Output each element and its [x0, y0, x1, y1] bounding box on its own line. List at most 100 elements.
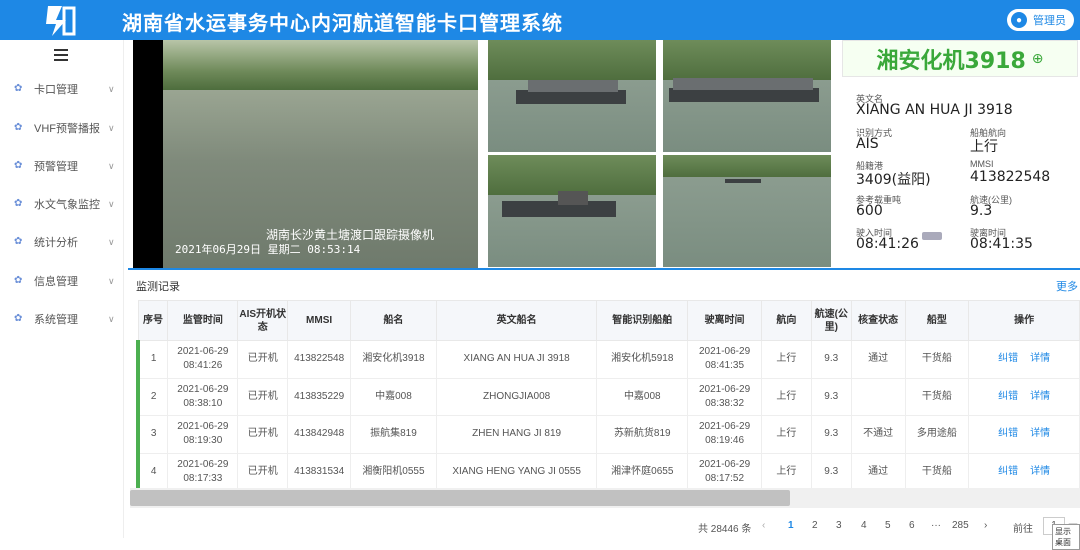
cell-no: 1	[136, 340, 169, 379]
horizontal-scrollbar[interactable]	[130, 488, 1080, 508]
col-header: 船名	[350, 300, 437, 341]
cell-ship-type: 干货船	[904, 452, 970, 491]
video-riverbank	[163, 40, 478, 92]
detail-button[interactable]: 详情	[1030, 466, 1050, 477]
vessel-plate: 湘安化机3918	[876, 48, 1026, 74]
gear-icon: ✿	[14, 122, 23, 133]
detail-button[interactable]: 详情	[1030, 391, 1050, 402]
total-count: 共 28446 条	[698, 524, 752, 535]
sidebar-item-label: VHF预警播报	[34, 123, 100, 135]
cell-ship-name[interactable]: 湘安化机3918	[350, 340, 437, 379]
cell-speed: 9.3	[810, 377, 852, 416]
cell-ship-type: 干货船	[904, 377, 970, 416]
direction-value: 上行	[970, 139, 998, 155]
col-header: 序号	[137, 300, 169, 341]
cell-time: 2021-06-29 08:41:26	[167, 340, 239, 379]
col-header: 核查状态	[850, 300, 906, 341]
cell-check-status: 通过	[850, 340, 906, 379]
snapshot-2[interactable]	[663, 40, 831, 152]
video-timestamp: 2021年06月29日 星期二 08:53:14	[175, 243, 361, 256]
cell-no: 3	[136, 415, 169, 454]
cell-speed: 9.3	[810, 415, 852, 454]
cell-ai-ship: 湘安化机5918	[596, 340, 689, 379]
records-panel: 监测记录 更多 序号 监管时间 AIS开机状态 MMSI 船名 英文船名 智能识…	[128, 268, 1080, 550]
table-row[interactable]: 3 2021-06-29 08:19:30 已开机 413842948 振航集819 ZHE…	[136, 415, 1080, 454]
table-row[interactable]: 2 2021-06-29 08:38:10 已开机 413835229 中嘉008 ZHON…	[136, 377, 1080, 416]
cell-mmsi: 413831534	[287, 452, 352, 491]
page-285[interactable]: 285	[952, 520, 969, 531]
cell-ai-ship: 湘津怀庭0655	[596, 452, 689, 491]
sidebar-item-stats[interactable]: ✿ 统计分析 ∨	[0, 227, 124, 257]
page-6[interactable]: 6	[909, 520, 915, 531]
gear-icon: ✿	[14, 198, 23, 209]
goto-label: 前往	[1013, 524, 1033, 535]
sidebar-item-label: 卡口管理	[34, 84, 78, 96]
cell-actions: 纠错 详情	[968, 415, 1080, 454]
user-name: 管理员	[1033, 15, 1066, 27]
cell-ship-name[interactable]: 湘衡阳机0555	[350, 452, 437, 491]
correct-button[interactable]: 纠错	[998, 466, 1018, 477]
page-1[interactable]: 1	[788, 520, 794, 531]
snapshot-1[interactable]	[488, 40, 656, 152]
prev-page-button[interactable]: ‹	[762, 520, 765, 531]
gear-icon: ✿	[14, 275, 23, 286]
chevron-down-icon: ∨	[108, 160, 115, 171]
cell-leave-time: 2021-06-29 08:38:32	[687, 377, 762, 416]
table-row[interactable]: 4 2021-06-29 08:17:33 已开机 413831534 湘衡阳机0555 X…	[136, 452, 1080, 491]
cell-ship-name[interactable]: 中嘉008	[350, 377, 437, 416]
more-link[interactable]: 更多	[1056, 278, 1078, 294]
hamburger-menu-icon[interactable]	[54, 49, 68, 61]
next-page-button[interactable]: ›	[984, 520, 987, 531]
page-3[interactable]: 3	[836, 520, 842, 531]
col-header: 航速(公里)	[810, 300, 852, 341]
tonnage-value: 600	[856, 203, 883, 219]
page-5[interactable]: 5	[885, 520, 891, 531]
zoom-in-icon[interactable]: ⊕	[1032, 50, 1044, 67]
leave-time-value: 08:41:35	[970, 236, 1033, 252]
cell-leave-time: 2021-06-29 08:17:52	[687, 452, 762, 491]
logo-icon	[46, 6, 76, 36]
page-ellipsis[interactable]: ···	[931, 520, 941, 531]
scrollbar-thumb[interactable]	[130, 490, 790, 506]
gear-icon: ✿	[14, 313, 23, 324]
detail-button[interactable]: 详情	[1030, 428, 1050, 439]
page-4[interactable]: 4	[861, 520, 867, 531]
sidebar: ✿ 卡口管理 ∨ ✿ VHF预警播报 ∨ ✿ 预警管理 ∨ ✿ 水文气象监控 ∨…	[0, 40, 124, 538]
cell-ship-name[interactable]: 振航集819	[350, 415, 437, 454]
pagination: 共 28446 条 ‹ 1 2 3 4 5 6 ··· 285 › 前往 1 页	[128, 517, 1080, 538]
sidebar-item-warning[interactable]: ✿ 预警管理 ∨	[0, 151, 124, 181]
user-avatar-icon: ●	[1011, 12, 1027, 28]
correct-button[interactable]: 纠错	[998, 353, 1018, 364]
cell-english-name: XIANG HENG YANG JI 0555	[435, 452, 598, 491]
live-video-feed[interactable]: 湖南长沙黄土塘渡口跟踪摄像机 2021年06月29日 星期二 08:53:14	[133, 40, 478, 268]
cell-speed: 9.3	[810, 452, 852, 491]
user-menu[interactable]: ● 管理员	[1007, 9, 1074, 31]
snapshot-3[interactable]	[488, 155, 656, 267]
mmsi-value: 413822548	[970, 169, 1051, 185]
sidebar-item-vhf[interactable]: ✿ VHF预警播报 ∨	[0, 113, 124, 143]
cell-actions: 纠错 详情	[968, 377, 1080, 416]
port-value: 3409(益阳)	[856, 172, 931, 188]
cell-time: 2021-06-29 08:38:10	[167, 377, 239, 416]
correct-button[interactable]: 纠错	[998, 391, 1018, 402]
sidebar-item-checkpoint[interactable]: ✿ 卡口管理 ∨	[0, 74, 124, 104]
sidebar-item-system[interactable]: ✿ 系统管理 ∨	[0, 304, 124, 334]
sidebar-item-hydro[interactable]: ✿ 水文气象监控 ∨	[0, 189, 124, 219]
records-title: 监测记录	[136, 281, 180, 293]
snapshot-4[interactable]	[663, 155, 831, 267]
app-title: 湖南省水运事务中心内河航道智能卡口管理系统	[122, 11, 563, 35]
cell-time: 2021-06-29 08:19:30	[167, 415, 239, 454]
chevron-down-icon: ∨	[108, 198, 115, 209]
correct-button[interactable]: 纠错	[998, 428, 1018, 439]
sidebar-item-info[interactable]: ✿ 信息管理 ∨	[0, 266, 124, 296]
table-row[interactable]: 1 2021-06-29 08:41:26 已开机 413822548 湘安化机3918 X…	[136, 340, 1080, 379]
cell-check-status: 不通过	[850, 415, 906, 454]
col-header: 监管时间	[167, 300, 239, 341]
cell-no: 4	[136, 452, 169, 491]
detail-button[interactable]: 详情	[1030, 353, 1050, 364]
cell-check-status	[850, 377, 906, 416]
chevron-down-icon: ∨	[108, 236, 115, 247]
desktop-tooltip: 显示桌面	[1052, 524, 1080, 550]
page-2[interactable]: 2	[812, 520, 818, 531]
app-header: 湖南省水运事务中心内河航道智能卡口管理系统 ● 管理员	[0, 0, 1080, 40]
